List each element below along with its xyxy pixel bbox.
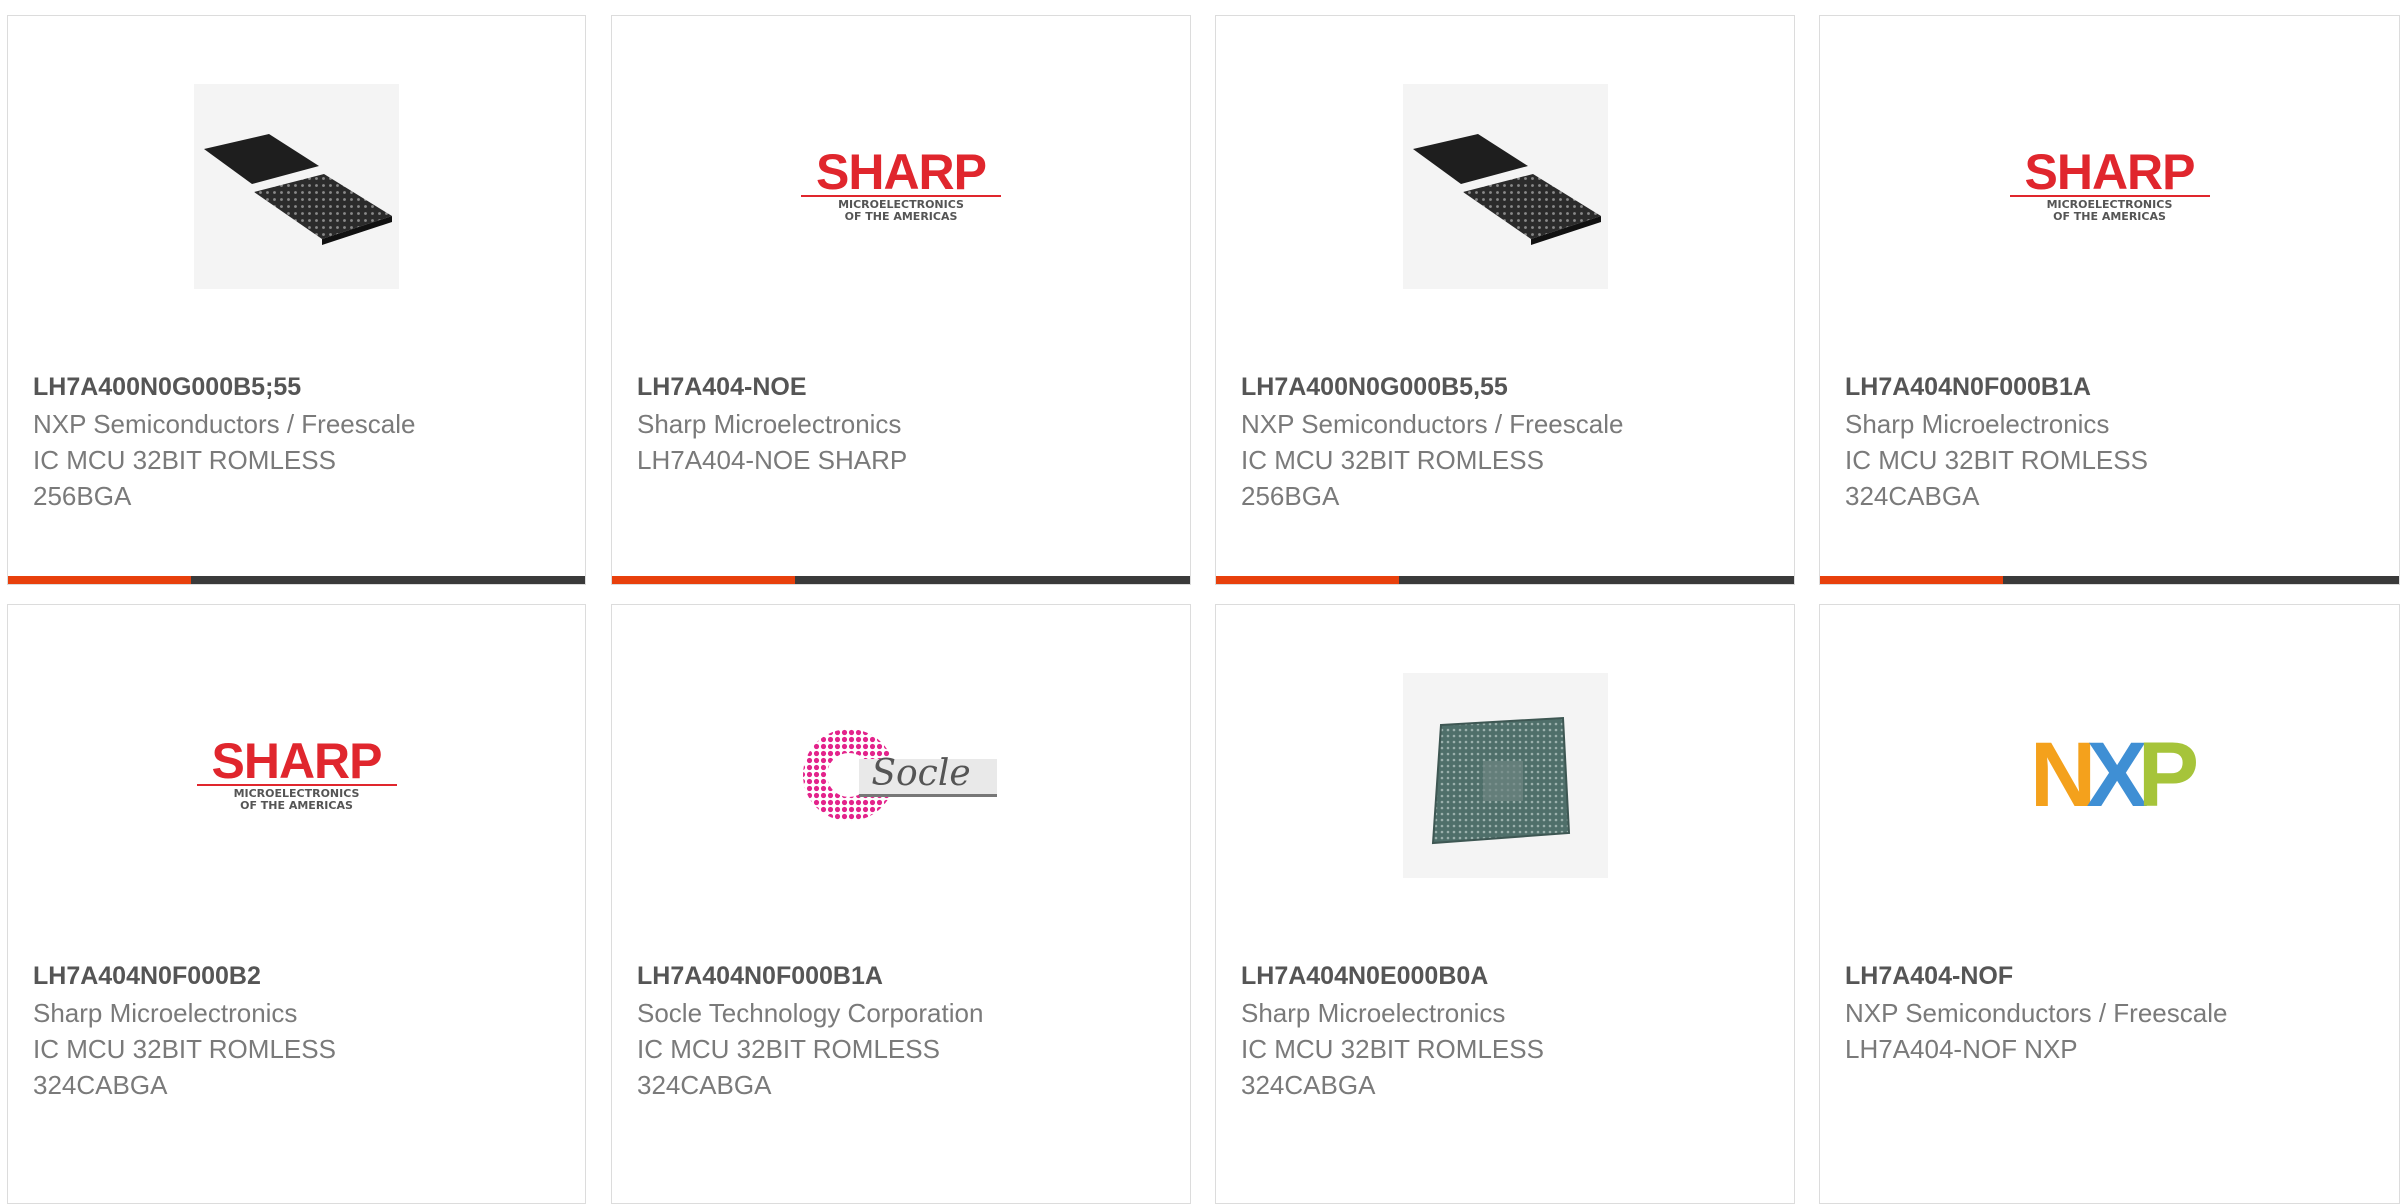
description: 324CABGA [1845, 481, 1980, 511]
product-image[interactable]: SHARP MICROELECTRONICS OF THE AMERICAS [8, 605, 585, 945]
product-image[interactable] [8, 16, 585, 356]
manufacturer: NXP Semiconductors / Freescale [33, 409, 416, 439]
description: IC MCU 32BIT ROMLESS [1241, 1034, 1544, 1064]
card-accent [612, 576, 795, 584]
bga-chip-single-icon [1402, 672, 1608, 878]
product-image[interactable]: SHARP MICROELECTRONICS OF THE AMERICAS [612, 16, 1190, 356]
description: 324CABGA [1241, 1070, 1376, 1100]
part-number[interactable]: LH7A404N0E000B0A [1241, 957, 1774, 995]
product-image[interactable]: SHARP MICROELECTRONICS OF THE AMERICAS [1820, 16, 2399, 356]
manufacturer: Sharp Microelectronics [637, 409, 902, 439]
description: 324CABGA [33, 1070, 168, 1100]
description: IC MCU 32BIT ROMLESS [637, 1034, 940, 1064]
description: LH7A404-NOF NXP [1845, 1034, 2078, 1064]
nxp-logo-n: N [2029, 724, 2097, 826]
socle-logo-word: Socle [871, 752, 971, 794]
description: IC MCU 32BIT ROMLESS [33, 445, 336, 475]
product-image[interactable] [1216, 16, 1794, 356]
product-image[interactable]: Socle [612, 605, 1190, 945]
card-bottom-bar [8, 576, 585, 584]
manufacturer: NXP Semiconductors / Freescale [1241, 409, 1624, 439]
product-card[interactable]: LH7A400N0G000B5,55 NXP Semiconductors / … [1215, 15, 1795, 585]
card-bottom-bar [612, 576, 1190, 584]
manufacturer: Sharp Microelectronics [1241, 998, 1506, 1028]
nxp-logo: NXP [2007, 673, 2212, 878]
description: 324CABGA [637, 1070, 772, 1100]
card-accent [8, 576, 191, 584]
product-card[interactable]: LH7A404N0E000B0A Sharp Microelectronics … [1215, 604, 1795, 1204]
sharp-logo: SHARP MICROELECTRONICS OF THE AMERICAS [799, 84, 1004, 289]
description: 256BGA [33, 481, 132, 511]
part-number[interactable]: LH7A400N0G000B5;55 [33, 368, 565, 406]
description: LH7A404-NOE SHARP [637, 445, 908, 475]
part-number[interactable]: LH7A400N0G000B5,55 [1241, 368, 1774, 406]
part-number[interactable]: LH7A404N0F000B1A [637, 957, 1170, 995]
product-image[interactable]: NXP [1820, 605, 2399, 945]
bga-chip-pair-icon [1402, 83, 1608, 289]
sharp-logo: SHARP MICROELECTRONICS OF THE AMERICAS [2007, 84, 2212, 289]
product-card[interactable]: SHARP MICROELECTRONICS OF THE AMERICAS L… [611, 15, 1191, 585]
card-accent [1820, 576, 2003, 584]
part-number[interactable]: LH7A404-NOE [637, 368, 1170, 406]
manufacturer: NXP Semiconductors / Freescale [1845, 998, 2228, 1028]
sharp-logo: SHARP MICROELECTRONICS OF THE AMERICAS [194, 673, 399, 878]
sharp-logo-word: SHARP [815, 144, 987, 200]
part-number[interactable]: LH7A404-NOF [1845, 957, 2379, 995]
nxp-logo-p: P [2137, 724, 2199, 826]
product-card[interactable]: LH7A400N0G000B5;55 NXP Semiconductors / … [7, 15, 586, 585]
card-accent [1216, 576, 1399, 584]
description: IC MCU 32BIT ROMLESS [1241, 445, 1544, 475]
manufacturer: Sharp Microelectronics [1845, 409, 2110, 439]
socle-logo: Socle [799, 673, 1004, 878]
sharp-logo-word: SHARP [2024, 144, 2195, 200]
product-image[interactable] [1216, 605, 1794, 945]
product-card[interactable]: Socle LH7A404N0F000B1A Socle Technology … [611, 604, 1191, 1204]
product-card[interactable]: SHARP MICROELECTRONICS OF THE AMERICAS L… [7, 604, 586, 1204]
manufacturer: Sharp Microelectronics [33, 998, 298, 1028]
description: 256BGA [1241, 481, 1340, 511]
card-bottom-bar [1820, 576, 2399, 584]
part-number[interactable]: LH7A404N0F000B1A [1845, 368, 2379, 406]
part-number[interactable]: LH7A404N0F000B2 [33, 957, 565, 995]
description: IC MCU 32BIT ROMLESS [33, 1034, 336, 1064]
product-card[interactable]: NXP LH7A404-NOF NXP Semiconductors / Fre… [1819, 604, 2400, 1204]
product-card[interactable]: SHARP MICROELECTRONICS OF THE AMERICAS L… [1819, 15, 2400, 585]
manufacturer: Socle Technology Corporation [637, 998, 984, 1028]
card-bottom-bar [1216, 576, 1794, 584]
bga-chip-pair-icon [194, 83, 399, 289]
sharp-logo-word: SHARP [211, 733, 382, 789]
nxp-logo-x: X [2086, 724, 2147, 826]
description: IC MCU 32BIT ROMLESS [1845, 445, 2148, 475]
